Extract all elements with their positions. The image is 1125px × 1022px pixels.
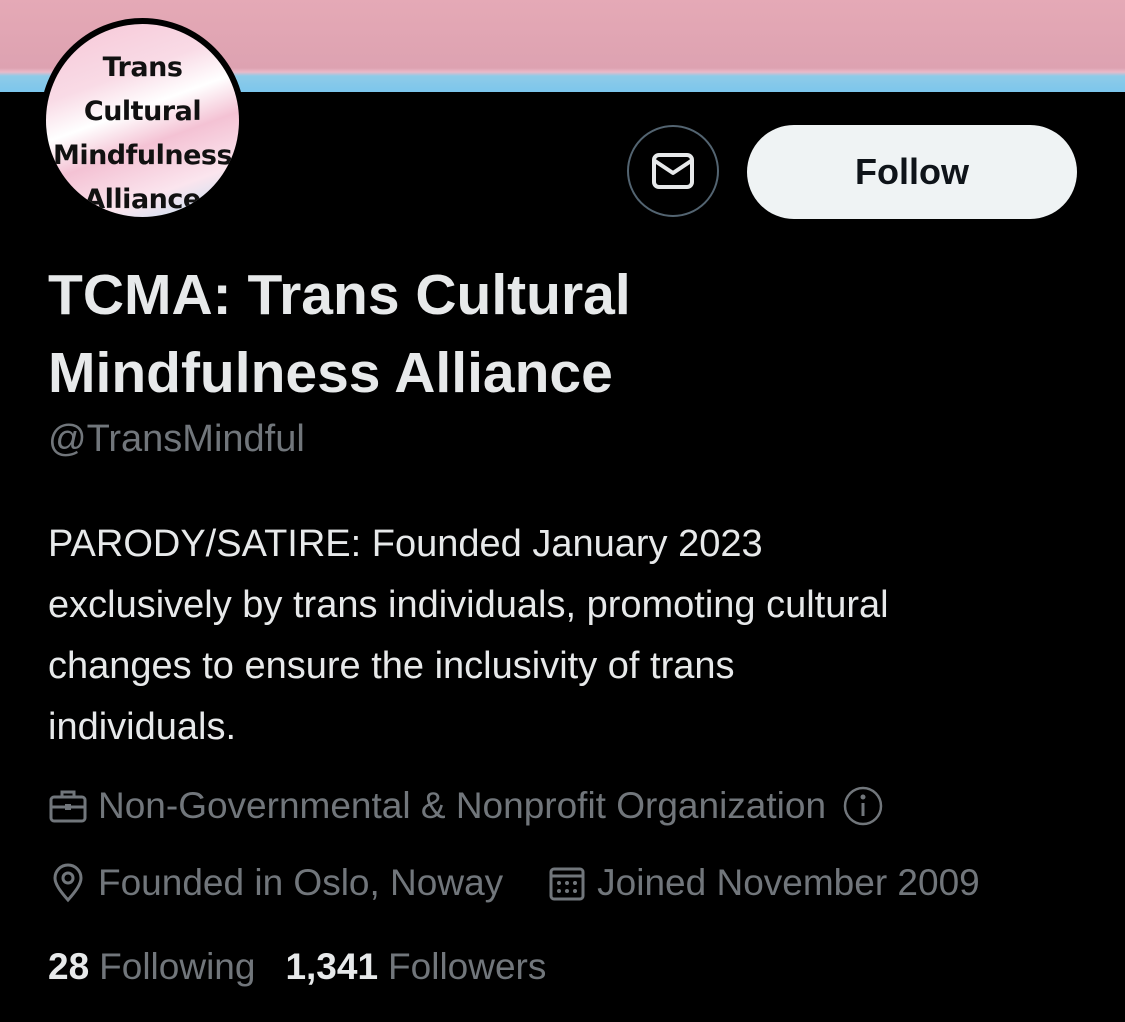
avatar-line: Cultural: [83, 96, 202, 127]
briefcase-icon: [48, 786, 88, 826]
joined-text: Joined November 2009: [597, 862, 980, 903]
following-count: 28: [48, 946, 90, 987]
location-item: Founded in Oslo, Noway: [48, 862, 503, 904]
bio-line: individuals.: [48, 706, 236, 748]
following-link[interactable]: 28 Following: [48, 946, 255, 988]
display-name: TCMA: Trans Cultural Mindfulness Allianc…: [48, 256, 1088, 412]
profile-bio: PARODY/SATIRE: Founded January 2023 excl…: [48, 514, 1098, 758]
avatar[interactable]: Trans Cultural Mindfulness Alliance: [40, 18, 245, 223]
display-name-line: Mindfulness Alliance: [48, 341, 613, 405]
envelope-icon: [651, 151, 695, 191]
category-text: Non-Governmental & Nonprofit Organizatio…: [98, 785, 827, 826]
follow-button[interactable]: Follow: [747, 125, 1077, 219]
avatar-line: Trans: [102, 52, 183, 83]
joined-item: Joined November 2009: [547, 862, 980, 904]
location-pin-icon: [48, 863, 88, 903]
category-row: Non-Governmental & Nonprofit Organizatio…: [48, 785, 884, 827]
message-button[interactable]: [627, 125, 719, 217]
avatar-logo-text: Trans Cultural Mindfulness Alliance: [46, 46, 239, 217]
profile-handle: @TransMindful: [48, 418, 305, 460]
avatar-line: Mindfulness: [52, 140, 233, 171]
location-text: Founded in Oslo, Noway: [98, 862, 504, 903]
display-name-line: TCMA: Trans Cultural: [48, 263, 631, 327]
bio-line: exclusively by trans individuals, promot…: [48, 584, 889, 626]
avatar-line: Alliance: [84, 184, 201, 215]
bio-line: changes to ensure the inclusivity of tra…: [48, 645, 735, 687]
location-joined-row: Founded in Oslo, Noway Joined November 2…: [48, 862, 980, 904]
bio-line: PARODY/SATIRE: Founded January 2023: [48, 523, 763, 565]
avatar-image: Trans Cultural Mindfulness Alliance: [46, 24, 239, 217]
followers-link[interactable]: 1,341 Followers: [285, 946, 546, 988]
info-icon[interactable]: [842, 785, 884, 827]
followers-label: Followers: [388, 946, 547, 987]
profile-stats: 28 Following 1,341 Followers: [48, 946, 546, 988]
following-label: Following: [99, 946, 256, 987]
followers-count: 1,341: [285, 946, 379, 987]
calendar-icon: [547, 863, 587, 903]
